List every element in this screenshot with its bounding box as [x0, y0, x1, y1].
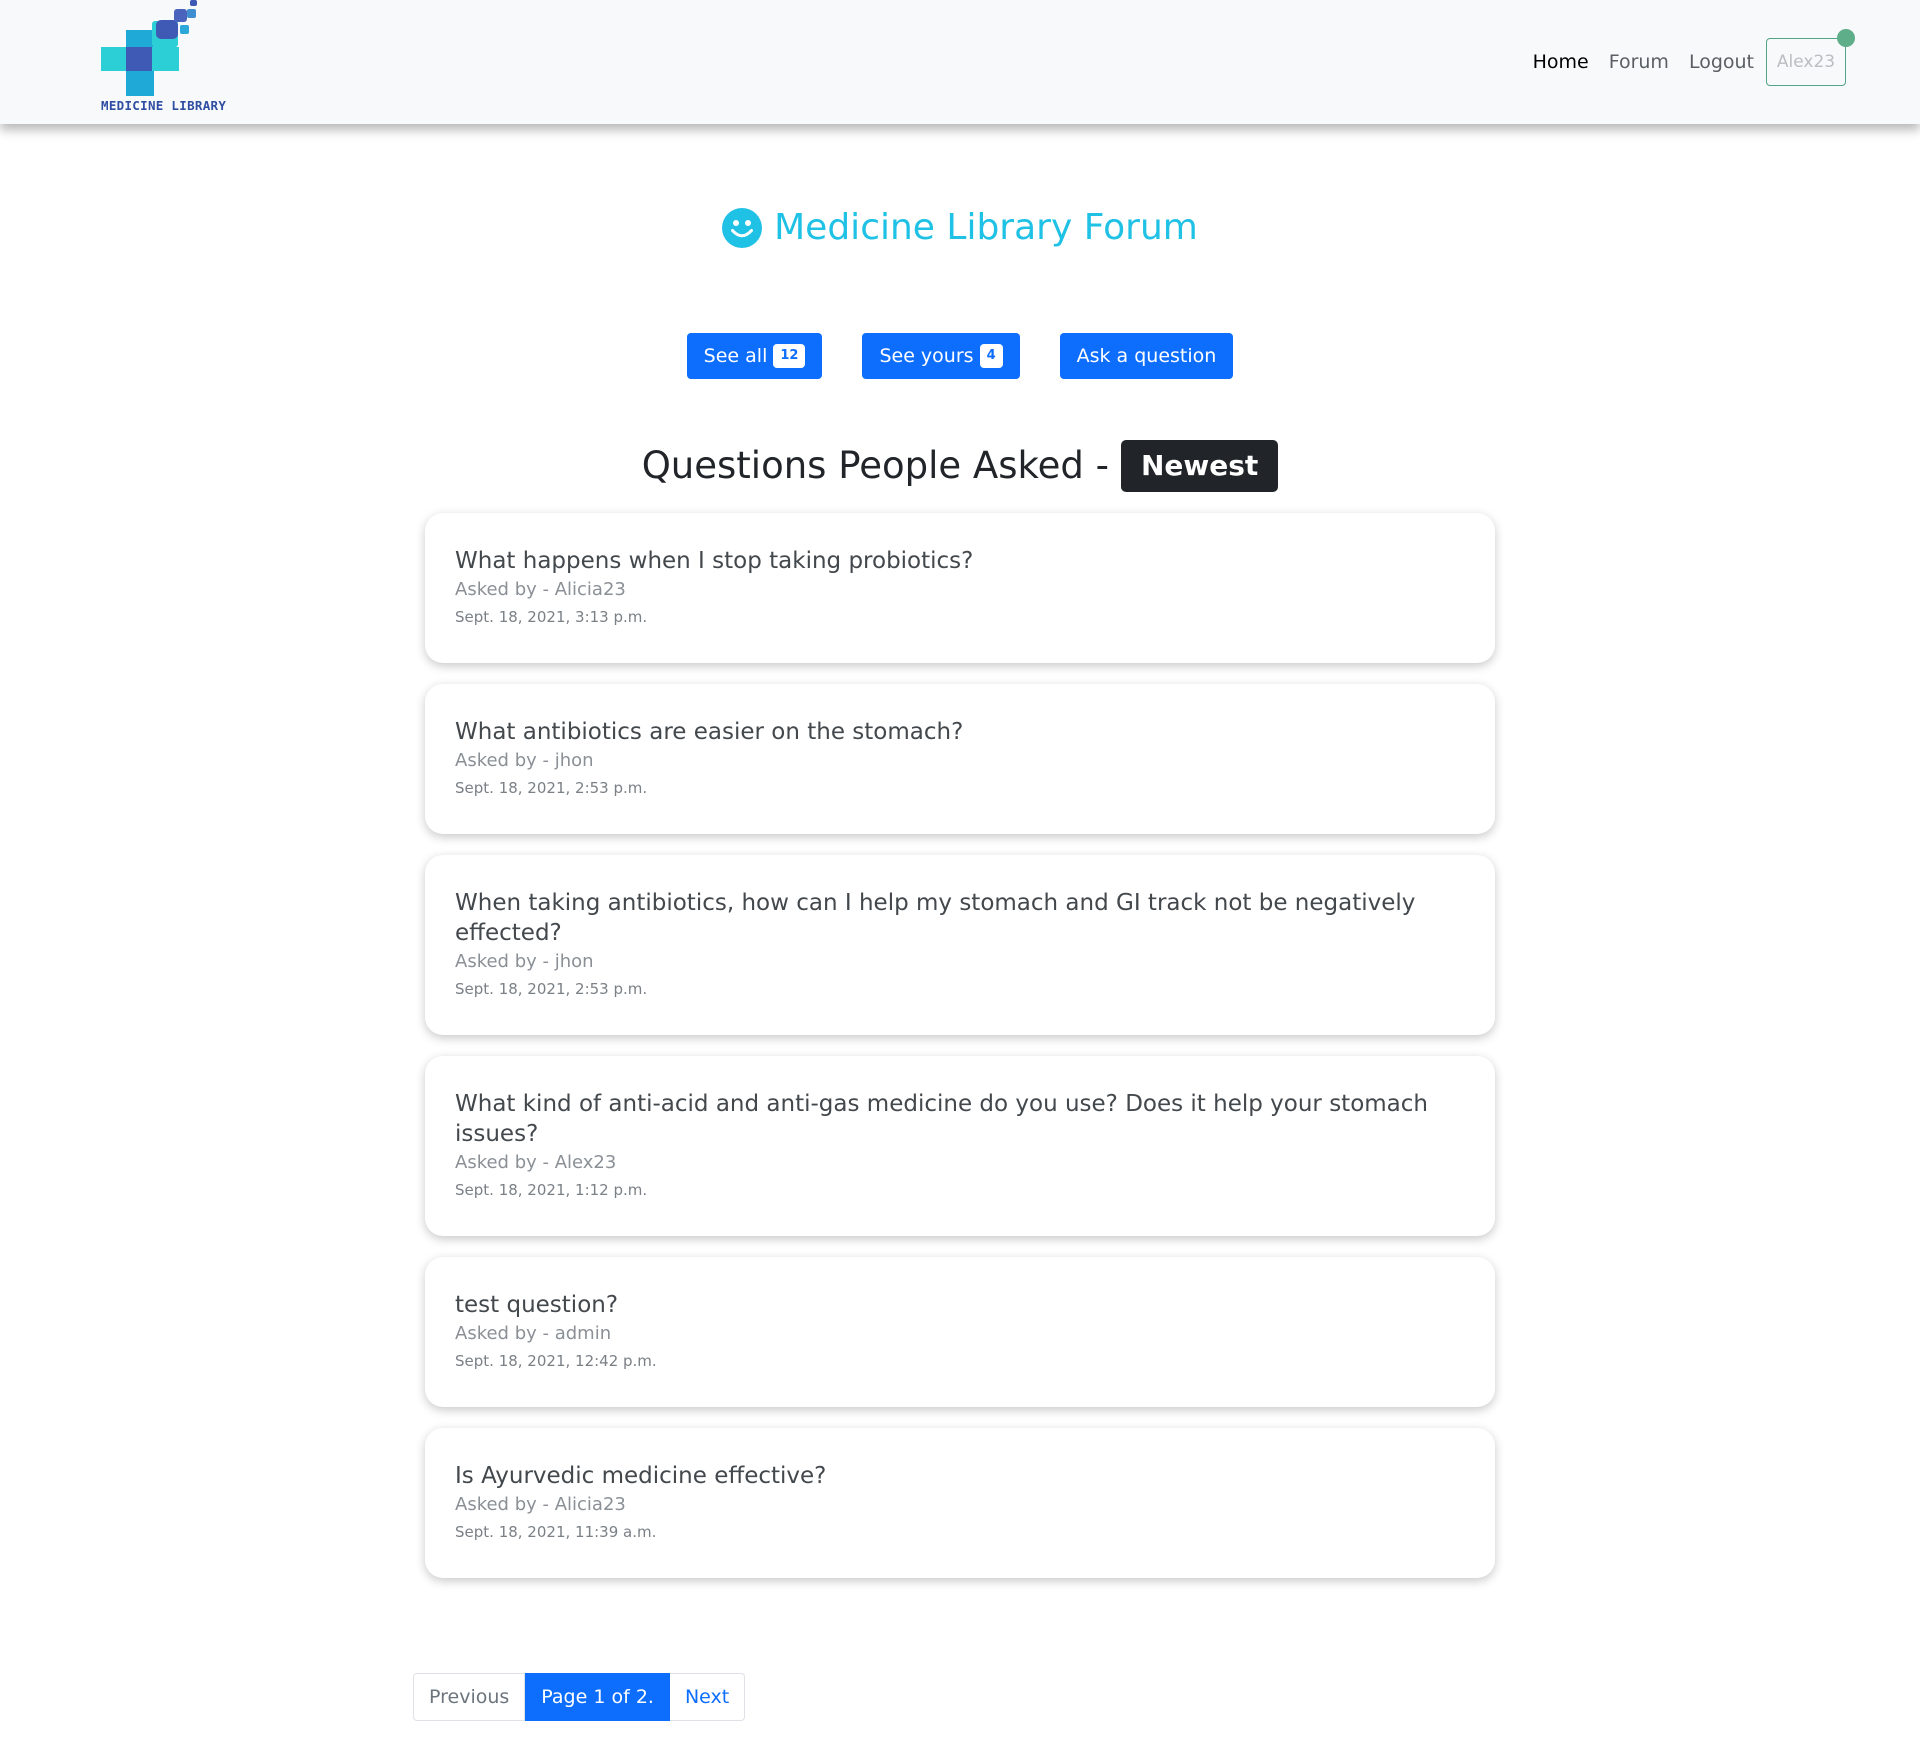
question-card[interactable]: What kind of anti-acid and anti-gas medi… [425, 1056, 1495, 1236]
nav-logout-link[interactable]: Logout [1689, 51, 1754, 73]
previous-page-button[interactable]: Previous [413, 1673, 526, 1721]
smile-icon [722, 208, 763, 248]
question-card[interactable]: When taking antibiotics, how can I help … [425, 855, 1495, 1035]
question-card[interactable]: What antibiotics are easier on the stoma… [425, 684, 1495, 834]
see-yours-label: See yours [879, 345, 974, 367]
question-author: Asked by - jhon [455, 951, 594, 972]
question-title[interactable]: What happens when I stop taking probioti… [455, 546, 1465, 576]
user-profile-button[interactable]: Alex23 [1766, 29, 1855, 86]
current-page-indicator: Page 1 of 2. [525, 1673, 670, 1721]
question-author: Asked by - jhon [455, 750, 594, 771]
question-title[interactable]: What kind of anti-acid and anti-gas medi… [455, 1089, 1465, 1149]
question-date: Sept. 18, 2021, 2:53 p.m. [455, 980, 648, 998]
action-buttons: See all 12 See yours 4 Ask a question [0, 333, 1920, 379]
see-yours-count-badge: 4 [979, 344, 1003, 368]
section-heading: Questions People Asked - Newest [0, 440, 1920, 492]
page-title-text: Medicine Library Forum [774, 207, 1198, 248]
question-title[interactable]: Is Ayurvedic medicine effective? [455, 1461, 1465, 1491]
question-title[interactable]: What antibiotics are easier on the stoma… [455, 717, 1465, 747]
question-list: What happens when I stop taking probioti… [425, 513, 1495, 1599]
nav-links: Home Forum Logout Alex23 [1513, 29, 1855, 88]
brand-name: MEDICINE LIBRARY [101, 98, 227, 113]
username-label: Alex23 [1776, 52, 1836, 72]
question-title[interactable]: test question? [455, 1290, 1465, 1320]
navbar: MEDICINE LIBRARY Home Forum Logout Alex2… [0, 0, 1920, 124]
pagination: Previous Page 1 of 2. Next [413, 1673, 746, 1721]
question-date: Sept. 18, 2021, 1:12 p.m. [455, 1181, 648, 1199]
question-date: Sept. 18, 2021, 11:39 a.m. [455, 1523, 657, 1541]
see-yours-button[interactable]: See yours 4 [862, 333, 1020, 379]
see-all-count-badge: 12 [773, 344, 806, 368]
see-all-label: See all [703, 345, 768, 367]
question-date: Sept. 18, 2021, 2:53 p.m. [455, 779, 648, 797]
brand-logo[interactable]: MEDICINE LIBRARY [100, 0, 230, 120]
question-date: Sept. 18, 2021, 12:42 p.m. [455, 1352, 657, 1370]
section-heading-text: Questions People Asked - [641, 444, 1109, 487]
question-author: Asked by - Alex23 [455, 1152, 617, 1173]
question-card[interactable]: Is Ayurvedic medicine effective? Asked b… [425, 1428, 1495, 1578]
ask-question-button[interactable]: Ask a question [1059, 333, 1234, 379]
nav-forum-link[interactable]: Forum [1609, 51, 1669, 73]
question-title[interactable]: When taking antibiotics, how can I help … [455, 888, 1465, 948]
next-page-button[interactable]: Next [669, 1673, 746, 1721]
nav-home-link[interactable]: Home [1533, 51, 1589, 73]
question-card[interactable]: test question? Asked by - admin Sept. 18… [425, 1257, 1495, 1407]
question-date: Sept. 18, 2021, 3:13 p.m. [455, 608, 648, 626]
medicine-cross-logo-icon [101, 0, 197, 96]
question-card[interactable]: What happens when I stop taking probioti… [425, 513, 1495, 663]
question-author: Asked by - Alicia23 [455, 1494, 626, 1515]
page-title: Medicine Library Forum [0, 200, 1920, 256]
question-author: Asked by - admin [455, 1323, 612, 1344]
ask-question-label: Ask a question [1076, 345, 1217, 367]
online-status-indicator [1837, 29, 1855, 47]
sort-badge: Newest [1120, 440, 1279, 492]
see-all-button[interactable]: See all 12 [686, 333, 823, 379]
question-author: Asked by - Alicia23 [455, 579, 626, 600]
